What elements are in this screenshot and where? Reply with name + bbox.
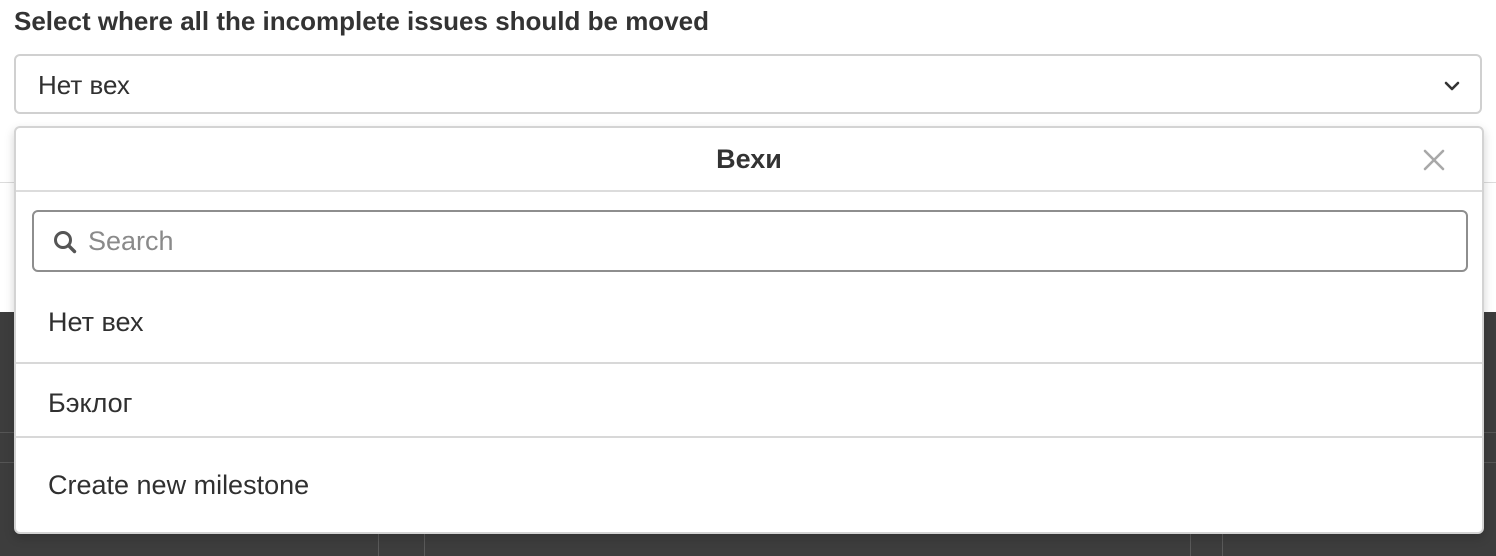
close-icon[interactable] [1420, 146, 1448, 174]
option-create-new-milestone[interactable]: Create new milestone [16, 438, 1482, 532]
search-box [32, 210, 1468, 272]
search-input[interactable] [88, 220, 1448, 262]
chevron-down-icon [1444, 81, 1460, 91]
search-icon [54, 231, 77, 254]
option-label: Create new milestone [48, 470, 310, 500]
page: Select where all the incomplete issues s… [0, 0, 1496, 556]
option-backlog[interactable]: Бэклог [16, 364, 1482, 438]
dropdown-title: Вехи [716, 144, 782, 174]
milestone-select[interactable]: Нет вех [14, 54, 1482, 114]
option-no-milestone[interactable]: Нет вех [16, 280, 1482, 364]
option-label: Нет вех [48, 307, 144, 337]
dropdown-header: Вехи [16, 128, 1482, 192]
select-value: Нет вех [38, 70, 130, 100]
option-label: Бэклог [48, 388, 133, 418]
options-list: Нет вех Бэклог Create new milestone [16, 280, 1482, 532]
form-label: Select where all the incomplete issues s… [14, 6, 709, 36]
milestone-dropdown: Вехи Нет вех Бэклог Create new milestone [14, 126, 1484, 534]
